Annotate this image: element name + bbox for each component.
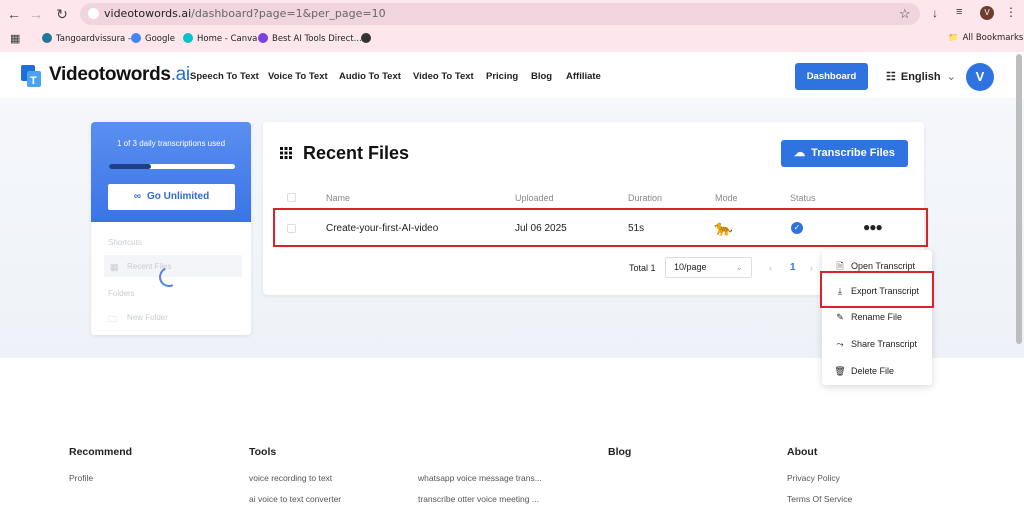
dashboard-button[interactable]: Dashboard bbox=[795, 63, 868, 90]
select-all-checkbox[interactable] bbox=[287, 193, 296, 202]
nav-affiliate[interactable]: Affiliate bbox=[566, 71, 601, 82]
apps-icon[interactable]: ▦ bbox=[10, 32, 20, 45]
profile-avatar[interactable]: V bbox=[980, 6, 994, 20]
nav-voice-to-text[interactable]: Voice To Text bbox=[268, 71, 328, 82]
next-page-icon[interactable]: › bbox=[810, 263, 813, 273]
nav-blog[interactable]: Blog bbox=[531, 71, 552, 82]
media-icon[interactable]: ≡ bbox=[956, 6, 962, 18]
browser-chrome: ← → ↻ videotowords.ai/dashboard?page=1&p… bbox=[0, 0, 1024, 52]
url-text: videotowords.ai/dashboard?page=1&per_pag… bbox=[104, 7, 386, 20]
column-status[interactable]: Status bbox=[790, 193, 816, 203]
export-highlight-box bbox=[820, 271, 934, 308]
trash-icon: 🗑 bbox=[834, 366, 846, 376]
page-title: Recent Files bbox=[303, 143, 410, 163]
infinity-icon: ∞ bbox=[133, 191, 141, 202]
reload-icon[interactable]: ↻ bbox=[52, 5, 72, 23]
logo-text[interactable]: Videotowords.ai bbox=[49, 64, 190, 86]
column-mode[interactable]: Mode bbox=[715, 193, 738, 203]
usage-progress-bar bbox=[109, 164, 235, 169]
footer-link-tool[interactable]: whatsapp voice message trans... bbox=[418, 473, 542, 483]
logo-icon[interactable]: T bbox=[21, 65, 41, 87]
bookmark-4[interactable]: Best AI Tools Direct... bbox=[258, 33, 362, 44]
bookmark-3[interactable]: Home - Canva bbox=[183, 33, 257, 44]
usage-progress-fill bbox=[109, 164, 151, 169]
sidebar-card: 1 of 3 daily transcriptions used ∞ Go Unl… bbox=[91, 122, 251, 335]
menu-share-transcript[interactable]: ⤳ Share Transcript bbox=[834, 339, 917, 350]
folder-plus-icon: 🗀 bbox=[108, 314, 118, 324]
footer-tools-heading: Tools bbox=[249, 446, 277, 458]
user-avatar[interactable]: V bbox=[966, 63, 994, 91]
usage-text: 1 of 3 daily transcriptions used bbox=[116, 139, 226, 148]
footer-link-privacy[interactable]: Privacy Policy bbox=[787, 473, 840, 483]
globe-icon bbox=[361, 33, 371, 43]
new-folder-button[interactable]: 🗀 New Folder bbox=[104, 308, 242, 328]
grid-icon: ▦ bbox=[110, 262, 119, 272]
folders-label: Folders bbox=[108, 289, 135, 298]
site-info-icon[interactable] bbox=[88, 8, 99, 19]
footer-recommend-heading: Recommend bbox=[69, 446, 133, 458]
bookmark-2[interactable]: Google bbox=[131, 33, 175, 44]
shortcuts-label: Shortcuts bbox=[108, 238, 142, 247]
language-selector[interactable]: ☷ English ⌄ bbox=[886, 70, 956, 83]
chevron-down-icon: ⌄ bbox=[735, 262, 743, 272]
footer-blog-heading: Blog bbox=[608, 446, 632, 458]
nav-audio-to-text[interactable]: Audio To Text bbox=[339, 71, 401, 82]
download-icon[interactable]: ↓ bbox=[932, 6, 938, 20]
share-icon: ⤳ bbox=[836, 339, 844, 349]
menu-delete-file[interactable]: 🗑 Delete File bbox=[834, 366, 894, 377]
new-folder-label: New Folder bbox=[127, 313, 168, 322]
footer-link-tool[interactable]: ai voice to text converter bbox=[249, 494, 341, 504]
menu-icon[interactable]: ⋮ bbox=[1005, 5, 1017, 19]
transcribe-files-button[interactable]: ☁ Transcribe Files bbox=[781, 140, 908, 167]
nav-speech-to-text[interactable]: Speech To Text bbox=[190, 71, 259, 82]
canva-icon bbox=[183, 33, 193, 43]
footer-about-heading: About bbox=[787, 446, 818, 458]
star-icon[interactable]: ☆ bbox=[899, 6, 911, 22]
nav-pricing[interactable]: Pricing bbox=[486, 71, 518, 82]
pagination-total: Total 1 bbox=[629, 263, 656, 273]
footer-link-tool[interactable]: transcribe otter voice meeting ... bbox=[418, 494, 539, 504]
bookmark-1[interactable]: Tangoardvissura - bbox=[42, 33, 131, 44]
footer-link-profile[interactable]: Profile bbox=[69, 473, 93, 483]
chevron-down-icon: ⌄ bbox=[946, 71, 956, 83]
bookmark-5[interactable] bbox=[361, 33, 375, 44]
column-duration[interactable]: Duration bbox=[628, 193, 662, 203]
wordpress-icon bbox=[42, 33, 52, 43]
row-highlight-box bbox=[273, 208, 928, 247]
edit-icon: ✎ bbox=[836, 312, 844, 322]
forward-icon[interactable]: → bbox=[26, 5, 46, 23]
svg-text:T: T bbox=[30, 75, 37, 87]
current-page[interactable]: 1 bbox=[790, 262, 796, 273]
scrollbar[interactable] bbox=[1016, 54, 1022, 344]
column-uploaded[interactable]: Uploaded bbox=[515, 193, 554, 203]
folder-icon: 📁 bbox=[948, 33, 959, 43]
translate-icon: ☷ bbox=[886, 71, 896, 83]
page-size-select[interactable]: 10/page ⌄ bbox=[665, 257, 752, 278]
google-icon bbox=[131, 33, 141, 43]
cloud-upload-icon: ☁ bbox=[794, 147, 806, 159]
menu-rename-file[interactable]: ✎ Rename File bbox=[834, 312, 902, 323]
usage-panel: 1 of 3 daily transcriptions used ∞ Go Unl… bbox=[91, 122, 251, 222]
back-icon[interactable]: ← bbox=[4, 5, 24, 23]
column-name[interactable]: Name bbox=[326, 193, 350, 203]
all-bookmarks[interactable]: 📁 All Bookmarks bbox=[948, 33, 1023, 43]
ai-tools-icon bbox=[258, 33, 268, 43]
footer-link-terms[interactable]: Terms Of Service bbox=[787, 494, 852, 504]
go-unlimited-button[interactable]: ∞ Go Unlimited bbox=[108, 184, 235, 210]
nav-video-to-text[interactable]: Video To Text bbox=[413, 71, 474, 82]
prev-page-icon[interactable]: ‹ bbox=[769, 263, 772, 273]
footer-link-tool[interactable]: voice recording to text bbox=[249, 473, 332, 483]
grid-icon bbox=[280, 147, 292, 159]
